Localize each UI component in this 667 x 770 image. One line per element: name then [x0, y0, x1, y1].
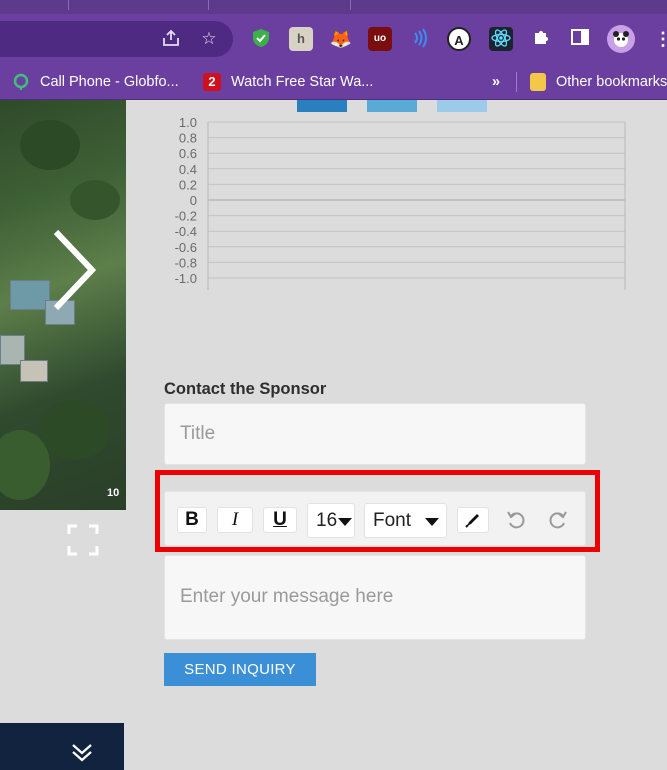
bookmarks-bar: Call Phone - Globfo... 2 Watch Free Star… — [0, 64, 667, 100]
font-size-value: 16 — [316, 510, 338, 531]
contact-heading: Contact the Sponsor — [164, 380, 327, 398]
folder-icon — [530, 73, 546, 91]
font-family-value: Font — [373, 510, 412, 531]
send-inquiry-button[interactable]: SEND INQUIRY — [164, 653, 316, 686]
y-tick-label: 0.4 — [179, 162, 197, 177]
caret-down-icon — [338, 518, 352, 526]
message-placeholder: Enter your message here — [180, 586, 394, 607]
undo-button[interactable] — [501, 507, 531, 533]
chevron-right-icon[interactable] — [52, 228, 96, 312]
y-tick-label: 0.6 — [179, 146, 197, 161]
double-chevron-down-icon — [72, 744, 92, 762]
bookmark-star-icon[interactable]: ☆ — [198, 28, 220, 50]
tab-separator — [350, 0, 351, 10]
bookmarks-overflow-button[interactable]: » — [492, 70, 500, 94]
tab-separator — [68, 0, 69, 10]
bold-button[interactable]: B — [177, 507, 207, 533]
photo-detail — [70, 180, 120, 220]
scroll-down-button[interactable] — [0, 723, 124, 770]
caret-down-icon — [425, 518, 439, 526]
redo-icon — [549, 511, 567, 529]
font-size-select[interactable]: 16 — [307, 503, 355, 538]
y-tick-label: 0.2 — [179, 177, 197, 192]
bookmark-divider — [516, 72, 517, 92]
y-tick-label: 0.8 — [179, 131, 197, 146]
globfone-icon — [12, 73, 30, 91]
chart: 1.0 0.8 0.6 0.4 0.2 0 -0.2 -0.4 -0.6 -0.8 -1.0 — [160, 100, 630, 300]
y-tick-label: -0.2 — [175, 209, 197, 224]
other-bookmarks[interactable]: Other bookmarks — [530, 70, 667, 94]
y-tick-label: 1.0 — [179, 115, 197, 130]
page-content: 10 1.0 0.8 0.6 0.4 0.2 0 -0.2 -0.4 -0.6 -0.8 -1.0 … — [0, 100, 667, 770]
title-input[interactable]: Title — [164, 403, 586, 465]
bookmark-label: Call Phone - Globfo... — [40, 74, 179, 90]
title-placeholder: Title — [180, 423, 216, 444]
redo-button[interactable] — [543, 507, 573, 533]
property-photo[interactable]: 10 — [0, 100, 126, 510]
y-tick-label: 0 — [190, 193, 197, 208]
menu-dots-icon[interactable]: ⋮ — [651, 27, 667, 51]
a-circle-icon[interactable]: A — [447, 27, 471, 51]
y-tick-label: -0.8 — [175, 255, 197, 270]
undo-icon — [507, 511, 525, 529]
puzzle-icon[interactable] — [529, 27, 553, 51]
photo-detail — [20, 120, 80, 170]
tab-separator — [208, 0, 209, 10]
fullscreen-icon[interactable] — [67, 524, 99, 556]
editor-toolbar: B I U 16 Font — [164, 491, 586, 546]
photo-detail — [20, 360, 48, 382]
wifi-signal-icon[interactable] — [408, 27, 432, 51]
y-tick-label: -0.6 — [175, 240, 197, 255]
other-bookmarks-label: Other bookmarks — [556, 74, 667, 90]
bookmark-star-wars[interactable]: 2 Watch Free Star Wa... — [203, 70, 373, 94]
y-tick-label: -1.0 — [175, 271, 197, 286]
react-devtools-icon[interactable] — [489, 27, 513, 51]
bookmark-globfone[interactable]: Call Phone - Globfo... — [12, 70, 179, 94]
browser-toolbar: ☆ h 🦊 uo A ⋮ — [0, 14, 667, 64]
side-panel-icon[interactable] — [568, 27, 592, 51]
pen-icon — [465, 514, 479, 528]
italic-button[interactable]: I — [217, 507, 253, 533]
tab-strip — [0, 0, 667, 14]
ublock-origin-icon[interactable]: uo — [368, 27, 392, 51]
share-icon[interactable] — [160, 28, 182, 50]
chart-plot: 1.00.80.60.40.20-0.2-0.4-0.6-0.8-1.0 — [175, 115, 626, 290]
y-tick-label: -0.4 — [175, 224, 197, 239]
photo-detail — [40, 400, 110, 460]
text-color-button[interactable] — [457, 507, 489, 533]
photo-counter: 10 — [107, 487, 120, 499]
channel-2-icon: 2 — [203, 73, 221, 91]
bookmark-label: Watch Free Star Wa... — [231, 74, 374, 90]
metamask-fox-icon[interactable]: 🦊 — [329, 27, 353, 51]
h-extension-icon[interactable]: h — [289, 27, 313, 51]
photo-detail — [10, 280, 50, 310]
font-family-select[interactable]: Font — [364, 503, 447, 538]
underline-button[interactable]: U — [263, 507, 297, 533]
shield-check-icon[interactable] — [249, 27, 273, 51]
overflow-chevron-icon: » — [492, 74, 501, 90]
message-input[interactable]: Enter your message here — [164, 555, 586, 640]
profile-avatar-icon[interactable] — [607, 25, 635, 53]
